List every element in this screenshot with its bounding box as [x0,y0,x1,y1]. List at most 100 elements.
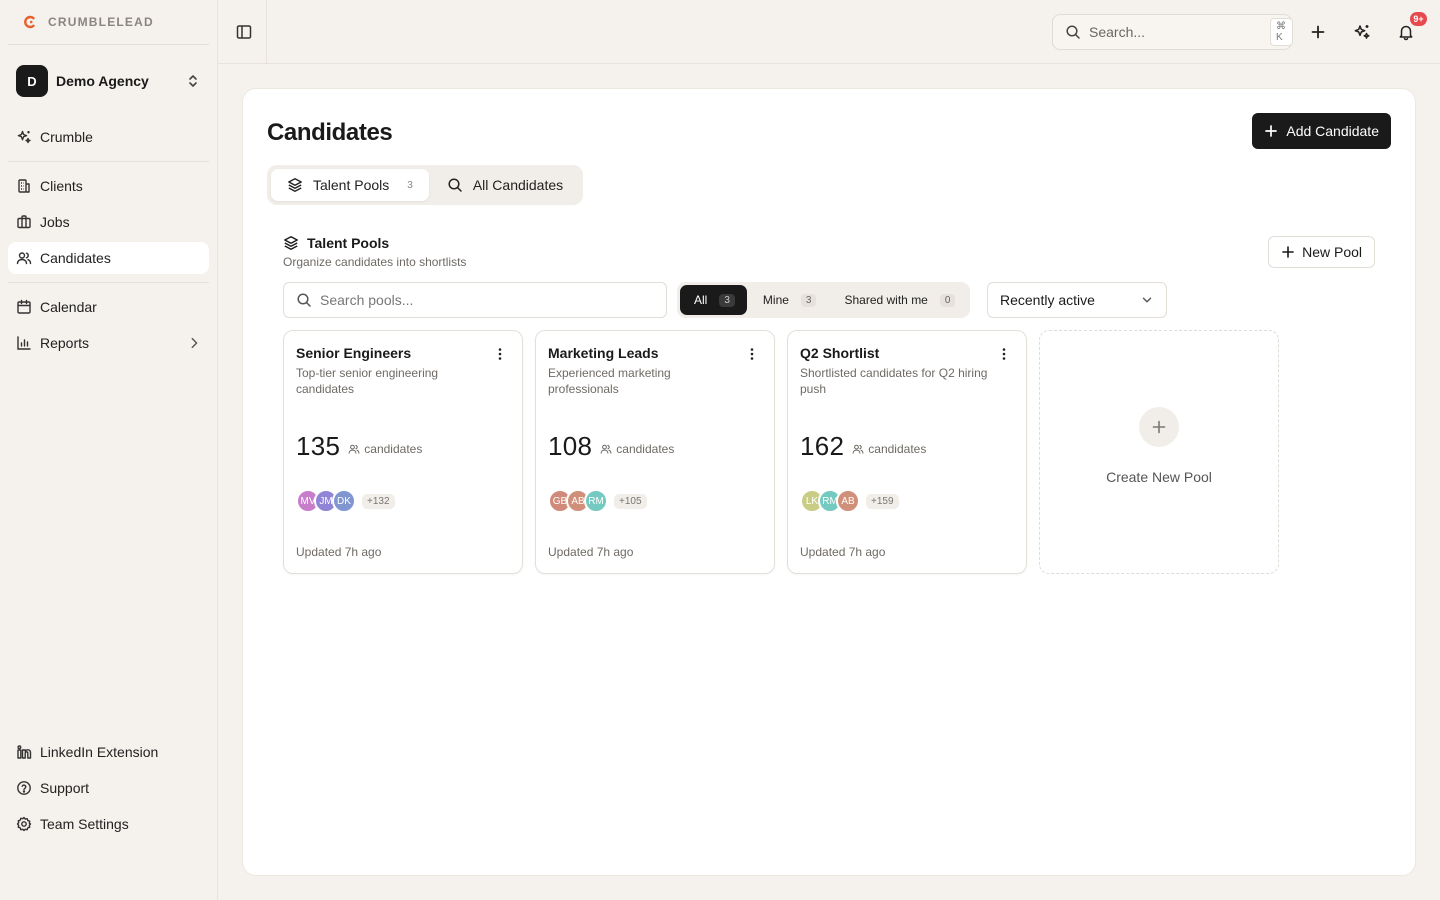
sparkle-icon [16,129,32,145]
agency-name: Demo Agency [56,73,149,89]
sidebar-item-candidates[interactable]: Candidates [8,242,209,274]
tab-label: Talent Pools [313,177,390,193]
gear-icon [16,816,32,832]
sidebar-item-label: Jobs [40,214,70,230]
tab-label: All Candidates [472,177,564,193]
sidebar-item-label: Reports [40,335,90,351]
global-search-input[interactable] [1089,24,1270,40]
agency-avatar: D [16,65,48,97]
main-panel: Candidates Add Candidate Talent Pools 3 … [242,88,1416,876]
pool-search[interactable] [283,282,667,318]
candidates-label: candidates [868,442,927,456]
pool-menu-button[interactable] [492,346,508,362]
avatar: AB [836,489,860,513]
create-pool-card[interactable]: Create New Pool [1039,330,1279,574]
sidebar-item-calendar[interactable]: Calendar [8,291,209,323]
sidebar-item-crumble[interactable]: Crumble [8,121,209,153]
avatar-stack: MV JM DK +132 [296,489,395,513]
filter-shared-with-me[interactable]: Shared with me 0 [830,285,967,315]
bar-chart-icon [16,335,32,351]
sidebar-item-label: Support [40,780,90,796]
sidebar-toggle-button[interactable] [232,20,256,44]
avatar-overflow-count: +159 [866,493,899,509]
page-title: Candidates [267,119,393,146]
pool-card[interactable]: Q2 Shortlist Shortlisted candidates for … [787,330,1027,574]
pool-description: Experienced marketing professionals [548,366,671,396]
avatar-overflow-count: +132 [362,493,395,509]
brand-name: CRUMBLELEAD [48,15,154,29]
tab-talent-pools[interactable]: Talent Pools 3 [271,169,429,201]
pool-count-number: 108 [548,431,593,461]
agency-switcher[interactable]: D Demo Agency [8,62,209,100]
plus-icon [1264,124,1278,138]
sidebar-item-team-settings[interactable]: Team Settings [8,808,209,840]
pool-search-input[interactable] [320,292,654,308]
filter-label: Shared with me [844,293,928,307]
view-tabs: Talent Pools 3 All Candidates [267,165,584,205]
pool-count-label: candidates [348,442,422,456]
avatar: RM [584,489,608,513]
briefcase-icon [16,214,32,230]
add-candidate-button[interactable]: Add Candidate [1252,113,1391,149]
pool-description: Top-tier senior engineering candidates [296,366,439,396]
sidebar-item-label: Clients [40,178,83,194]
avatar: DK [332,489,356,513]
users-icon [16,250,32,266]
help-circle-icon [16,780,32,796]
create-button[interactable] [1306,20,1330,44]
talent-pools-header: Talent Pools Organize candidates into sh… [283,235,466,269]
divider [8,44,209,45]
new-pool-button[interactable]: New Pool [1268,236,1375,268]
filter-label: All [694,293,708,307]
pool-menu-button[interactable] [744,346,760,362]
pool-description: Shortlisted candidates for Q2 hiring pus… [800,366,988,396]
chevron-right-icon [187,336,201,350]
panel-left-icon [235,23,253,41]
keyboard-shortcut: ⌘ K [1270,18,1293,46]
pool-name: Q2 Shortlist [800,345,880,361]
sidebar-item-reports[interactable]: Reports [8,327,209,359]
bell-icon [1397,23,1415,41]
search-icon [1065,24,1081,40]
users-icon [348,443,360,455]
add-candidate-label: Add Candidate [1286,123,1379,139]
chevrons-up-down-icon [185,73,201,89]
global-search[interactable]: ⌘ K [1052,14,1293,50]
filter-count: 0 [939,293,956,307]
sidebar-item-label: Candidates [40,250,111,266]
pool-card[interactable]: Senior Engineers Top-tier senior enginee… [283,330,523,574]
filter-mine[interactable]: Mine 3 [749,285,829,315]
tab-all-candidates[interactable]: All Candidates [431,169,579,201]
pool-updated: Updated 7h ago [296,545,382,559]
crumblelead-logo-icon [22,14,38,30]
divider [266,0,267,64]
search-icon [296,292,312,308]
pool-menu-button[interactable] [996,346,1012,362]
plus-icon [1309,23,1327,41]
chevron-down-icon [1140,293,1154,307]
filter-all[interactable]: All 3 [680,285,747,315]
pool-filter: All 3 Mine 3 Shared with me 0 [677,282,971,318]
notification-badge: 9+ [1410,12,1427,26]
sort-select[interactable]: Recently active [987,282,1167,318]
sidebar-item-jobs[interactable]: Jobs [8,206,209,238]
sidebar-item-clients[interactable]: Clients [8,170,209,202]
pool-count-label: candidates [600,442,674,456]
users-icon [600,443,612,455]
filter-label: Mine [762,293,789,307]
candidates-label: candidates [364,442,423,456]
ai-assistant-button[interactable] [1350,20,1374,44]
filter-count: 3 [800,293,817,307]
search-icon [447,177,463,193]
plus-icon [1139,407,1179,447]
pool-card[interactable]: Marketing Leads Experienced marketing pr… [535,330,775,574]
linkedin-icon [16,744,32,760]
create-pool-label: Create New Pool [1106,469,1212,485]
sparkles-icon [1353,23,1371,41]
sidebar-item-linkedin-extension[interactable]: LinkedIn Extension [8,736,209,768]
sidebar-item-support[interactable]: Support [8,772,209,804]
divider [8,161,209,162]
pool-updated: Updated 7h ago [548,545,634,559]
avatar-overflow-count: +105 [614,493,647,509]
users-icon [852,443,864,455]
